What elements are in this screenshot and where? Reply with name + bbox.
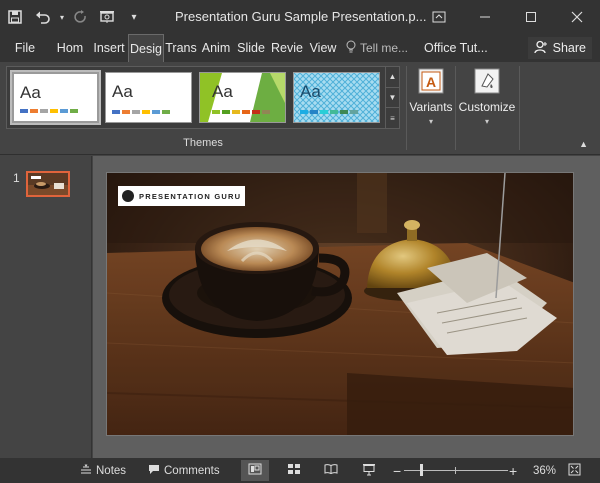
slide-show-button[interactable] [355,460,383,481]
theme-swatches [212,110,270,114]
theme-office[interactable]: Aa [10,70,101,125]
customize-button[interactable]: Customize ▾ [458,66,516,128]
theme-preview-text: Aa [20,83,41,102]
notes-icon [80,464,92,477]
ribbon-separator [519,66,520,150]
window-title: Presentation Guru Sample Presentation.p.… [175,9,427,24]
slide-sorter-button[interactable] [280,460,308,481]
normal-view-icon [248,463,262,478]
theme-preview-text: Aa [112,82,133,101]
gallery-up-icon[interactable]: ▲ [386,67,399,88]
tab-transitions[interactable]: Trans [164,34,198,62]
variants-button[interactable]: A Variants ▾ [405,66,457,128]
tab-view[interactable]: View [306,34,340,62]
notes-label: Notes [96,464,127,477]
gallery-scroll: ▲ ▼ ≡ [385,67,399,128]
tab-review[interactable]: Revie [268,34,306,62]
fit-to-window-icon [568,463,581,479]
zoom-slider-midmark [455,467,456,474]
tab-design[interactable]: Desig [128,34,164,62]
share-label: Share [552,41,586,55]
themes-group-label: Themes [183,137,223,149]
fit-to-window-button[interactable] [568,458,581,483]
reading-view-button[interactable] [317,460,345,481]
maximize-icon[interactable] [508,0,554,34]
tell-me-text: Tell me... [360,41,409,55]
window-controls [416,0,600,34]
theme-preview-text: Aa [300,82,321,101]
undo-icon[interactable] [30,0,56,34]
gallery-more-icon[interactable]: ≡ [386,108,399,128]
customize-label: Customize [458,100,516,114]
themes-gallery: Aa Aa Aa Aa ▲ ▼ ≡ [6,66,400,129]
lightbulb-icon [346,40,356,57]
tab-file[interactable]: File [0,34,50,62]
reading-view-icon [324,463,338,478]
slide-show-icon [362,463,376,479]
slide-thumbnail[interactable] [26,171,70,197]
customize-qat-icon[interactable]: ▾ [120,0,148,34]
present-icon[interactable] [94,0,120,34]
gallery-down-icon[interactable]: ▼ [386,88,399,109]
zoom-out-button[interactable]: − [393,458,401,483]
theme-preview-text: Aa [212,82,233,101]
quick-access-toolbar: ▾ ▾ [0,0,148,34]
comments-button[interactable]: Comments [148,458,220,483]
tab-slide-show[interactable]: Slide [234,34,268,62]
ribbon-tabs: File Hom Insert Desig Trans Anim Slide R… [0,34,600,62]
chevron-down-icon: ▾ [484,117,489,126]
tell-me-box[interactable]: Tell me... [340,40,414,57]
collapse-ribbon-icon[interactable]: ▲ [579,139,588,149]
zoom-slider-knob[interactable] [420,464,423,476]
slide-canvas[interactable]: PRESENTATION GURU [106,172,574,436]
variants-label: Variants [409,100,453,114]
comments-label: Comments [164,464,220,477]
ribbon-separator [455,66,456,150]
redo-icon[interactable] [68,0,94,34]
comment-icon [148,464,160,478]
slide-sorter-icon [287,463,301,478]
ribbon-display-options-icon[interactable] [416,0,462,34]
slide-photo [107,173,573,435]
chevron-down-icon: ▾ [428,117,433,126]
share-button[interactable]: Share [527,37,592,59]
notes-button[interactable]: Notes [80,458,126,483]
theme-office-2[interactable]: Aa [105,72,192,123]
theme-facet[interactable]: Aa [199,72,286,123]
close-icon[interactable] [554,0,600,34]
status-bar: Notes Comments − + 36% [0,458,600,483]
ribbon-design: Aa Aa Aa Aa ▲ ▼ ≡ Themes A Variants ▾ Cu… [0,62,600,155]
slide-thumbnail-pane: 1 [0,156,92,458]
zoom-in-button[interactable]: + [509,458,517,483]
slide-number: 1 [13,171,20,185]
theme-pattern[interactable]: Aa [293,72,380,123]
normal-view-button[interactable] [241,460,269,481]
svg-text:A: A [426,74,436,90]
presentation-guru-logo: PRESENTATION GURU [118,186,245,206]
tab-insert[interactable]: Insert [90,34,128,62]
theme-swatches [112,110,170,114]
minimize-icon[interactable] [462,0,508,34]
theme-swatches [300,110,358,114]
format-background-icon [474,68,500,94]
save-icon[interactable] [0,0,30,34]
title-bar: ▾ ▾ Presentation Guru Sample Presentatio… [0,0,600,34]
variants-icon: A [418,68,444,94]
slide-editing-area: PRESENTATION GURU [93,156,600,458]
tab-animations[interactable]: Anim [198,34,234,62]
logo-badge-icon [122,190,134,202]
logo-text: PRESENTATION GURU [139,191,242,201]
undo-dropdown-icon[interactable]: ▾ [56,0,68,34]
person-icon [533,40,548,57]
tab-home[interactable]: Hom [50,34,90,62]
tab-office-tut[interactable]: Office Tut... [414,34,492,62]
zoom-level[interactable]: 36% [533,458,556,483]
theme-swatches [20,109,78,113]
